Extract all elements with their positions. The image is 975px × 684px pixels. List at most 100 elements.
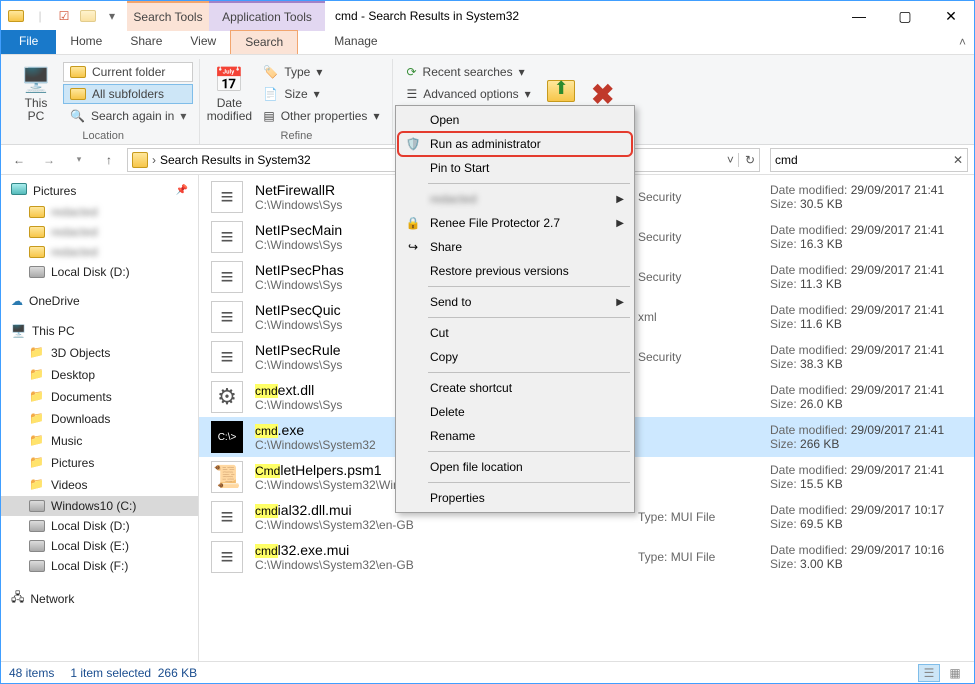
qat-new-folder-icon[interactable] <box>79 7 97 25</box>
sidebar-item-label: Pictures <box>51 456 94 470</box>
list-icon: ☰ <box>406 87 417 101</box>
refresh-icon[interactable]: ↻ <box>738 153 755 167</box>
sidebar-heading-onedrive[interactable]: ☁OneDrive <box>1 290 198 312</box>
context-menu-item[interactable]: Rename <box>398 424 632 448</box>
context-menu-item[interactable]: Open <box>398 108 632 132</box>
sidebar-item-label: Local Disk (D:) <box>51 265 130 279</box>
tab-share[interactable]: Share <box>116 30 176 54</box>
file-row[interactable]: ≡cmdl32.exe.muiC:\Windows\System32\en-GB… <box>199 537 974 577</box>
sidebar-item[interactable]: Local Disk (E:) <box>1 536 198 556</box>
sidebar-heading-pictures_q[interactable]: Pictures📌 <box>1 179 198 202</box>
qat-customize-icon[interactable]: ▾ <box>103 7 121 25</box>
properties-icon: ▤ <box>263 109 274 123</box>
context-menu-item[interactable]: 🛡️Run as administrator <box>398 132 632 156</box>
file-type-icon: ≡ <box>211 221 243 253</box>
sidebar-item[interactable]: redacted <box>1 242 198 262</box>
chevron-right-icon[interactable]: › <box>152 153 156 167</box>
sidebar-item[interactable]: redacted <box>1 222 198 242</box>
close-button[interactable]: ✕ <box>928 1 974 31</box>
ribbon-this-pc-button[interactable]: 🖥️ This PC <box>13 59 59 128</box>
context-menu-label: Delete <box>430 405 465 419</box>
sidebar-heading-label: Pictures <box>33 184 76 198</box>
sidebar-item[interactable]: Local Disk (F:) <box>1 556 198 576</box>
search-input-value[interactable]: cmd <box>775 153 798 167</box>
status-selected-count: 1 item selected 266 KB <box>70 666 197 680</box>
sidebar-item[interactable]: Local Disk (D:) <box>1 262 198 282</box>
context-menu-item[interactable]: Cut <box>398 321 632 345</box>
file-type: Security <box>638 270 758 284</box>
tab-view[interactable]: View <box>176 30 230 54</box>
ribbon-type-option[interactable]: 🏷️Type▾ <box>256 62 386 82</box>
context-menu-item[interactable]: Properties <box>398 486 632 510</box>
sidebar-item[interactable]: Local Disk (D:) <box>1 516 198 536</box>
sidebar-item[interactable]: 📁Pictures <box>1 452 198 474</box>
context-menu-item[interactable]: Copy <box>398 345 632 369</box>
details-view-toggle[interactable]: ☰ <box>918 664 940 682</box>
file-meta: Date modified: 29/09/2017 21:41Size: 26.… <box>770 383 962 411</box>
context-menu-item[interactable]: Send to▶ <box>398 290 632 314</box>
address-path-segment[interactable]: Search Results in System32 <box>160 153 311 167</box>
tab-home[interactable]: Home <box>56 30 116 54</box>
sidebar-item[interactable]: Windows10 (C:) <box>1 496 198 516</box>
recent-dropdown-icon[interactable]: ▾ <box>67 148 91 172</box>
icons-view-toggle[interactable]: ▦ <box>944 664 966 682</box>
sidebar-item[interactable]: 📁Music <box>1 430 198 452</box>
ribbon-advanced-options-option[interactable]: ☰Advanced options▾ <box>399 84 537 104</box>
sidebar-heading-network[interactable]: 🖧Network <box>1 584 198 613</box>
context-menu-label: Renee File Protector 2.7 <box>430 216 560 230</box>
sidebar-item[interactable]: 📁Desktop <box>1 364 198 386</box>
sidebar-item-label: Local Disk (D:) <box>51 519 130 533</box>
file-type-icon: ≡ <box>211 501 243 533</box>
context-menu-item[interactable]: Open file location <box>398 455 632 479</box>
sidebar-item[interactable]: 📁Downloads <box>1 408 198 430</box>
address-dropdown-icon[interactable]: ˅ <box>727 153 734 167</box>
tab-search[interactable]: Search <box>230 30 298 54</box>
ribbon-other-properties-option[interactable]: ▤Other properties▾ <box>256 106 386 126</box>
sidebar-heading-thispc[interactable]: 🖥️This PC <box>1 320 198 342</box>
context-menu-label: Rename <box>430 429 475 443</box>
maximize-button[interactable]: ▢ <box>882 1 928 31</box>
context-menu[interactable]: Open🛡️Run as administratorPin to Start re… <box>395 105 635 513</box>
tab-file[interactable]: File <box>1 30 56 54</box>
sidebar-item[interactable]: 📁Videos <box>1 474 198 496</box>
generic-icon: 📁 <box>29 389 45 405</box>
ribbon-all-subfolders-option[interactable]: All subfolders <box>63 84 193 104</box>
file-type-icon: C:\> <box>211 421 243 453</box>
sidebar-item-label: Local Disk (F:) <box>51 559 128 573</box>
forward-button[interactable]: → <box>37 148 61 172</box>
sidebar-item[interactable]: 📁Documents <box>1 386 198 408</box>
sidebar-item-label: Local Disk (E:) <box>51 539 129 553</box>
ribbon-search-again-in-option[interactable]: 🔍Search again in▾ <box>63 106 193 126</box>
ribbon-current-folder-option[interactable]: Current folder <box>63 62 193 82</box>
context-menu-item[interactable]: ↪Share <box>398 235 632 259</box>
context-menu-item[interactable]: Pin to Start <box>398 156 632 180</box>
context-menu-item[interactable]: Delete <box>398 400 632 424</box>
quick-access-toolbar: | ☑ ▾ <box>1 1 127 31</box>
navigation-pane[interactable]: Pictures📌redactedredactedredactedLocal D… <box>1 175 199 661</box>
up-button[interactable]: ↑ <box>97 148 121 172</box>
disk-icon <box>29 520 45 532</box>
tab-manage[interactable]: Manage <box>320 30 391 54</box>
disk-icon <box>29 500 45 512</box>
file-type: Security <box>638 230 758 244</box>
sidebar-item[interactable]: 📁3D Objects <box>1 342 198 364</box>
clear-search-icon[interactable]: ✕ <box>953 153 963 167</box>
file-type: Type: MUI File <box>638 550 758 564</box>
ribbon-date-modified-button[interactable]: 📅 Date modified <box>206 59 252 128</box>
context-menu-item[interactable]: Create shortcut <box>398 376 632 400</box>
qat-properties-icon[interactable]: ☑ <box>55 7 73 25</box>
context-menu-item[interactable]: 🔒Renee File Protector 2.7▶ <box>398 211 632 235</box>
sidebar-item[interactable]: redacted <box>1 202 198 222</box>
minimize-button[interactable]: — <box>836 1 882 31</box>
context-menu-item[interactable]: redacted▶ <box>398 187 632 211</box>
sidebar-item-label: Downloads <box>51 412 110 426</box>
back-button[interactable]: ← <box>7 148 31 172</box>
context-menu-item[interactable]: Restore previous versions <box>398 259 632 283</box>
sidebar-heading-label: OneDrive <box>29 294 80 308</box>
ribbon-expand-icon[interactable]: ˄ <box>959 35 966 49</box>
search-box[interactable]: cmd ✕ <box>770 148 968 172</box>
ribbon-size-option[interactable]: 📄Size▾ <box>256 84 386 104</box>
chevron-down-icon: ▾ <box>373 109 379 123</box>
contextual-tab-headers: Search Tools Application Tools <box>127 1 325 31</box>
ribbon-recent-searches-option[interactable]: ⟳Recent searches▾ <box>399 62 537 82</box>
